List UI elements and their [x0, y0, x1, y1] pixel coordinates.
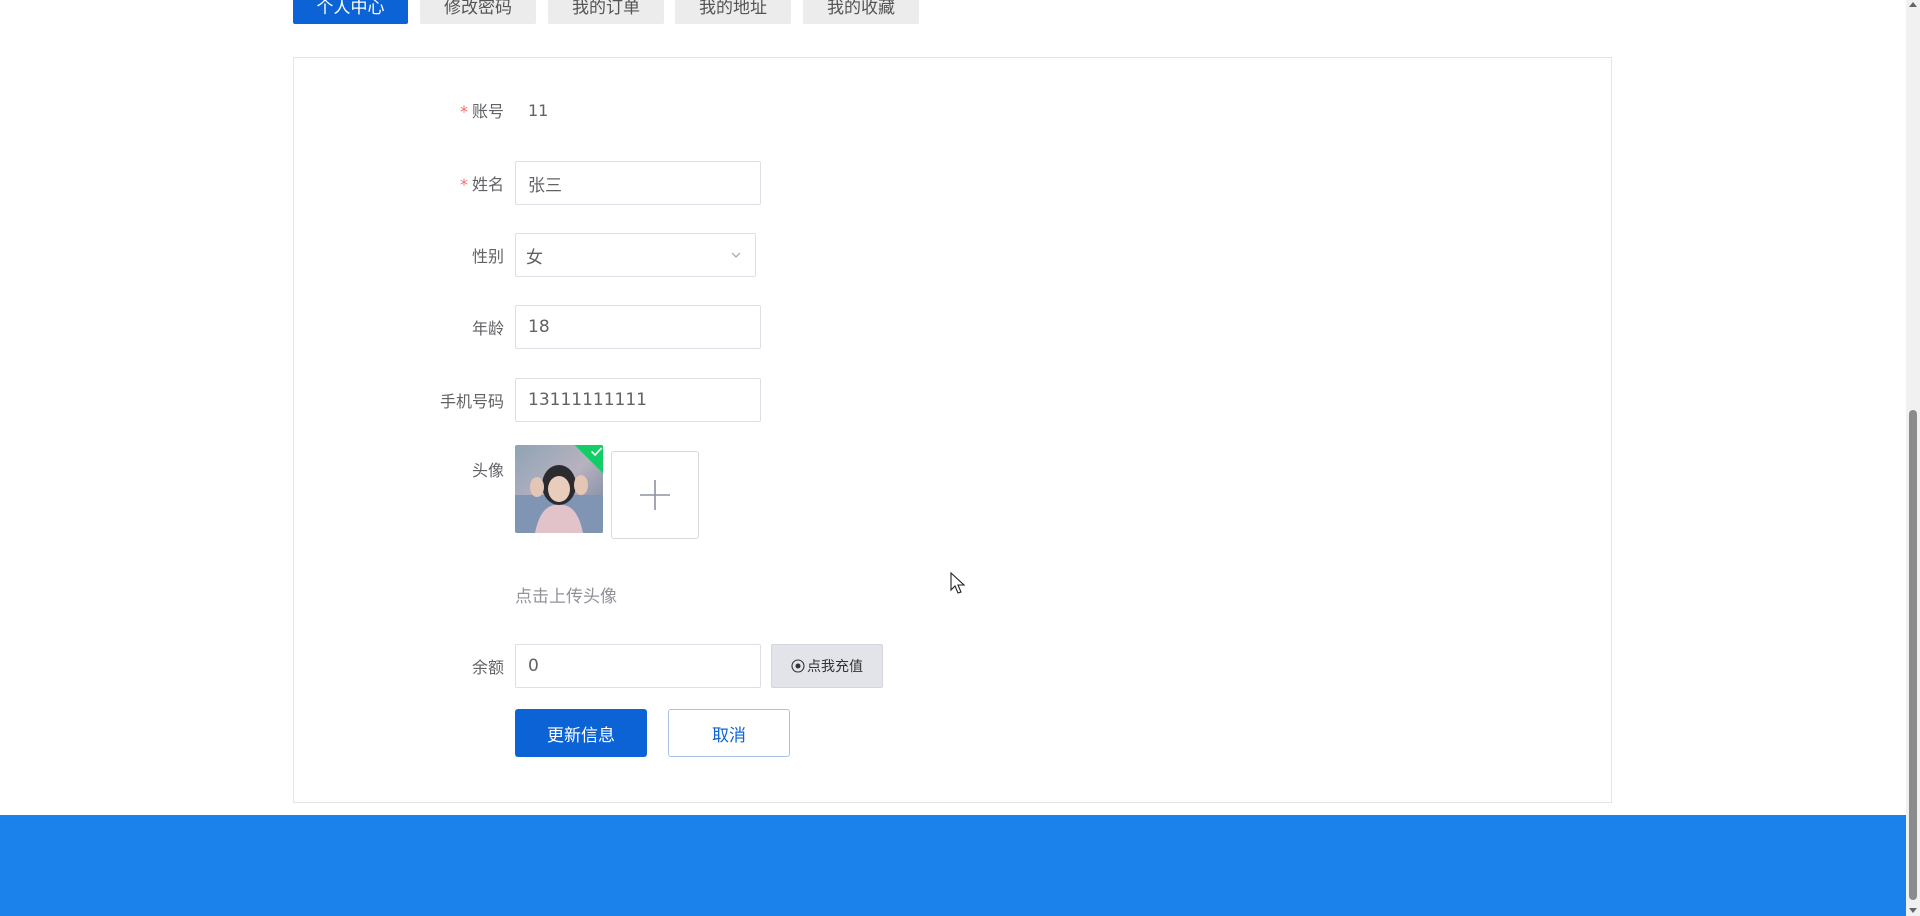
- age-input[interactable]: [515, 305, 761, 349]
- required-mark: *: [459, 102, 468, 121]
- gender-select[interactable]: 女: [515, 233, 756, 277]
- page-footer: [0, 815, 1906, 916]
- avatar-label: 头像: [471, 461, 504, 480]
- coin-icon: [791, 659, 805, 673]
- account-value: 11: [528, 100, 549, 120]
- form-row-phone: 手机号码: [294, 378, 1611, 422]
- tab-my-address[interactable]: 我的地址: [675, 0, 791, 24]
- tab-label: 修改密码: [444, 0, 512, 18]
- scrollbar-thumb[interactable]: [1909, 410, 1917, 900]
- tab-my-favorites[interactable]: 我的收藏: [803, 0, 919, 24]
- profile-form-card: *账号 11 *姓名 性别 女 年龄 手机号码 头像: [293, 57, 1612, 803]
- tab-label: 个人中心: [316, 0, 385, 18]
- scroll-down-icon[interactable]: [1909, 908, 1917, 913]
- gender-selected-value: 女: [526, 247, 543, 268]
- gender-label: 性别: [471, 247, 504, 266]
- avatar-upload-button[interactable]: [611, 451, 699, 539]
- recharge-button[interactable]: 点我充值: [771, 644, 883, 688]
- tab-my-orders[interactable]: 我的订单: [548, 0, 664, 24]
- phone-input[interactable]: [515, 378, 761, 422]
- balance-label: 余额: [471, 658, 504, 677]
- scroll-up-icon[interactable]: [1909, 2, 1917, 7]
- form-row-avatar: 头像: [294, 445, 1611, 545]
- check-icon: [591, 447, 603, 457]
- form-row-account: * 账号 11: [294, 88, 1611, 132]
- tab-label: 我的收藏: [827, 0, 895, 18]
- avatar-upload-hint: 点击上传头像: [515, 586, 617, 607]
- form-row-gender: 性别 女: [294, 233, 1611, 277]
- recharge-label: 点我充值: [807, 659, 863, 675]
- form-row-balance: 余额 点我充值: [294, 644, 1611, 688]
- form-actions: 更新信息 取消: [294, 709, 1611, 757]
- cancel-button[interactable]: 取消: [668, 709, 790, 757]
- page-scrollbar[interactable]: [1906, 0, 1920, 916]
- name-label: * 姓名: [459, 175, 504, 194]
- tab-change-password[interactable]: 修改密码: [420, 0, 536, 24]
- account-label: * 账号: [459, 102, 504, 121]
- form-row-name: * 姓名: [294, 161, 1611, 205]
- update-info-button[interactable]: 更新信息: [515, 709, 647, 757]
- tab-label: 我的地址: [699, 0, 767, 18]
- required-mark: *: [459, 175, 468, 194]
- balance-input[interactable]: [515, 644, 761, 688]
- age-label: 年龄: [471, 319, 504, 338]
- mouse-cursor-icon: [950, 572, 966, 594]
- form-row-age: 年龄: [294, 305, 1611, 349]
- avatar-thumbnail[interactable]: [515, 445, 603, 533]
- phone-label: 手机号码: [439, 392, 504, 411]
- chevron-down-icon: [731, 252, 741, 258]
- tab-label: 我的订单: [572, 0, 640, 18]
- name-input[interactable]: [515, 161, 761, 205]
- tab-personal-center[interactable]: 个人中心: [293, 0, 408, 24]
- plus-icon: [640, 480, 670, 510]
